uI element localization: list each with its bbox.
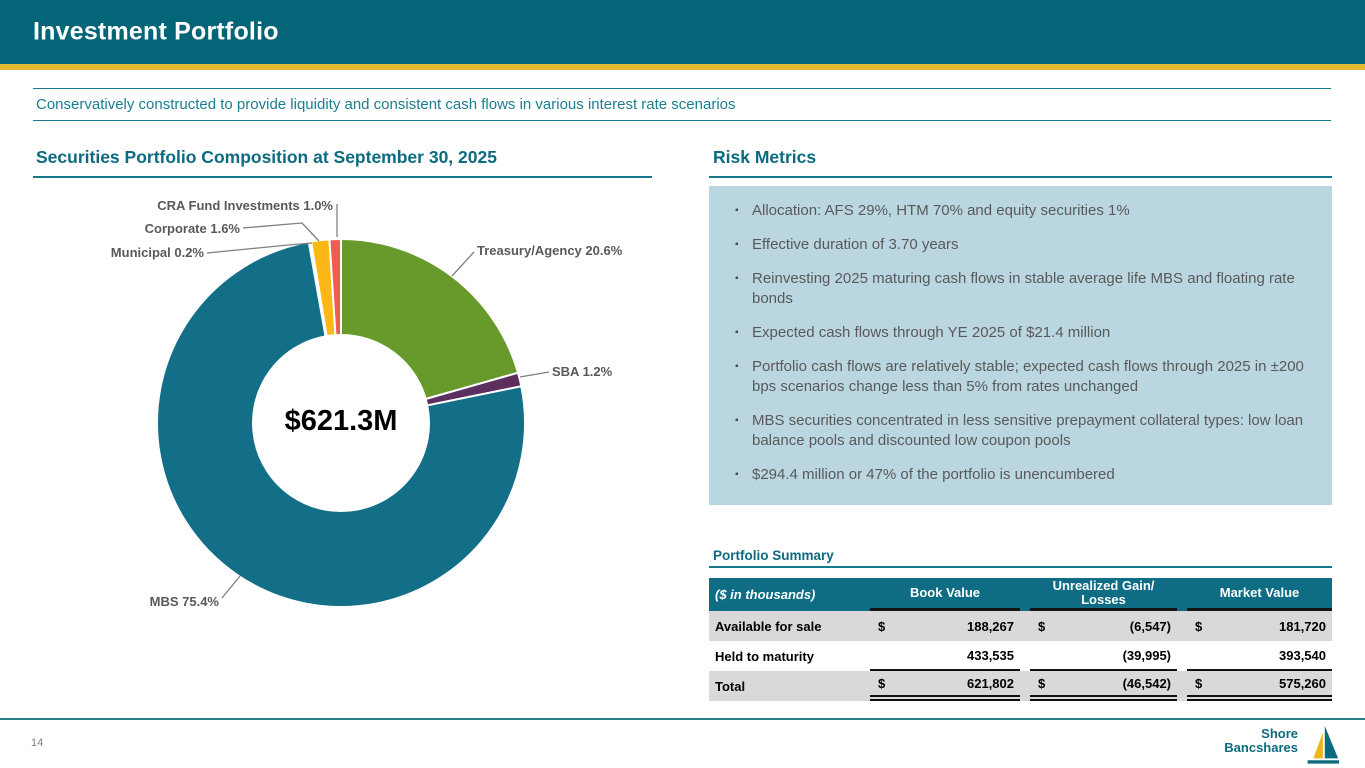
bullet-icon: ▪ (735, 411, 752, 451)
risk-title-rule (709, 176, 1332, 178)
sailboat-icon (1300, 724, 1340, 766)
header-bar: Investment Portfolio (0, 0, 1365, 64)
risk-bullet-item: ▪ Reinvesting 2025 maturing cash flows i… (735, 269, 1324, 309)
bullet-icon: ▪ (735, 235, 752, 255)
risk-bullet-item: ▪ Expected cash flows through YE 2025 of… (735, 323, 1324, 343)
subtitle-text: Conservatively constructed to provide li… (33, 96, 736, 113)
logo-line2: Bancshares (1224, 741, 1298, 755)
cell-value: 393,540 (1279, 648, 1326, 663)
bullet-icon: ▪ (735, 269, 752, 309)
dollar-sign: $ (1195, 619, 1202, 634)
footer-divider-line (0, 718, 1365, 720)
leader-sba (520, 372, 549, 377)
risk-bullet-item: ▪ MBS securities concentrated in less se… (735, 411, 1324, 451)
col-header-market-value: Market Value (1187, 578, 1332, 611)
logo-line1: Shore (1224, 727, 1298, 741)
slide: Investment Portfolio Conservatively cons… (0, 0, 1365, 768)
portfolio-summary-table: ($ in thousands) Book Value Unrealized G… (709, 578, 1332, 701)
risk-bullet-item: ▪ Allocation: AFS 29%, HTM 70% and equit… (735, 201, 1324, 221)
page-title: Investment Portfolio (33, 18, 279, 47)
cell-value: 621,802 (967, 676, 1014, 691)
page-number: 14 (31, 737, 43, 749)
cell-market-value: $ 575,260 (1187, 671, 1332, 701)
table-row-total: Total $ 621,802 $ (46,542) $ 575,260 (709, 671, 1332, 701)
label-treasury-agency: Treasury/Agency 20.6% (477, 243, 622, 258)
summary-title-rule (709, 566, 1332, 568)
risk-bullet-text: Expected cash flows through YE 2025 of $… (752, 323, 1110, 343)
cell-value: (46,542) (1123, 676, 1171, 691)
risk-bullet-text: Reinvesting 2025 maturing cash flows in … (752, 269, 1324, 309)
cell-value: 433,535 (967, 648, 1014, 663)
cell-book-value: 433,535 (870, 641, 1020, 671)
cell-unrealized: (39,995) (1030, 641, 1177, 671)
cell-value: (6,547) (1130, 619, 1171, 634)
cell-value: 181,720 (1279, 619, 1326, 634)
risk-bullet-item: ▪ $294.4 million or 47% of the portfolio… (735, 465, 1324, 485)
cell-value: (39,995) (1123, 648, 1171, 663)
col-header-book-value: Book Value (870, 578, 1020, 611)
risk-bullet-text: Allocation: AFS 29%, HTM 70% and equity … (752, 201, 1130, 221)
col-header-unrealized: Unrealized Gain/ Losses (1030, 578, 1177, 611)
label-sba: SBA 1.2% (552, 364, 612, 379)
leader-treasury (452, 252, 474, 276)
table-corner-label: ($ in thousands) (709, 578, 860, 611)
risk-bullet-text: Portfolio cash flows are relatively stab… (752, 357, 1324, 397)
cell-value: 188,267 (967, 619, 1014, 634)
table-header-row: ($ in thousands) Book Value Unrealized G… (709, 578, 1332, 611)
cell-book-value: $ 188,267 (870, 611, 1020, 641)
risk-bullet-text: MBS securities concentrated in less sens… (752, 411, 1324, 451)
table-row-held-to-maturity: Held to maturity 433,535 (39,995) 393,54… (709, 641, 1332, 671)
dollar-sign: $ (878, 619, 885, 634)
leader-corporate (243, 223, 319, 241)
bullet-icon: ▪ (735, 465, 752, 485)
gold-accent-line (0, 64, 1365, 70)
subtitle-band: Conservatively constructed to provide li… (33, 88, 1331, 121)
dollar-sign: $ (878, 676, 885, 691)
logo-text: Shore Bancshares (1224, 727, 1298, 754)
label-municipal: Municipal 0.2% (111, 245, 204, 260)
chart-section-title: Securities Portfolio Composition at Sept… (36, 147, 497, 168)
label-corporate: Corporate 1.6% (145, 221, 240, 236)
label-cra-fund-investments: CRA Fund Investments 1.0% (157, 198, 333, 213)
risk-bullet-item: ▪ Portfolio cash flows are relatively st… (735, 357, 1324, 397)
row-label: Held to maturity (709, 641, 860, 671)
risk-metrics-box: ▪ Allocation: AFS 29%, HTM 70% and equit… (709, 186, 1332, 505)
shore-bancshares-logo: Shore Bancshares (1224, 724, 1340, 766)
slice-treasury-agency (341, 239, 518, 399)
cell-unrealized: $ (6,547) (1030, 611, 1177, 641)
dollar-sign: $ (1038, 676, 1045, 691)
dollar-sign: $ (1038, 619, 1045, 634)
risk-bullet-text: Effective duration of 3.70 years (752, 235, 959, 255)
row-label: Available for sale (709, 611, 860, 641)
risk-section-title: Risk Metrics (713, 147, 816, 168)
risk-bullet-text: $294.4 million or 47% of the portfolio i… (752, 465, 1115, 485)
cell-market-value: 393,540 (1187, 641, 1332, 671)
cell-unrealized: $ (46,542) (1030, 671, 1177, 701)
chart-title-rule (33, 176, 652, 178)
cell-book-value: $ 621,802 (870, 671, 1020, 701)
bullet-icon: ▪ (735, 357, 752, 397)
cell-market-value: $ 181,720 (1187, 611, 1332, 641)
dollar-sign: $ (1195, 676, 1202, 691)
risk-bullet-item: ▪ Effective duration of 3.70 years (735, 235, 1324, 255)
bullet-icon: ▪ (735, 323, 752, 343)
table-row-available-for-sale: Available for sale $ 188,267 $ (6,547) $… (709, 611, 1332, 641)
row-label: Total (709, 671, 860, 701)
bullet-icon: ▪ (735, 201, 752, 221)
leader-mbs (222, 576, 240, 598)
cell-value: 575,260 (1279, 676, 1326, 691)
label-mbs: MBS 75.4% (150, 594, 219, 609)
donut-center-total: $621.3M (241, 405, 441, 438)
summary-section-title: Portfolio Summary (713, 548, 834, 563)
